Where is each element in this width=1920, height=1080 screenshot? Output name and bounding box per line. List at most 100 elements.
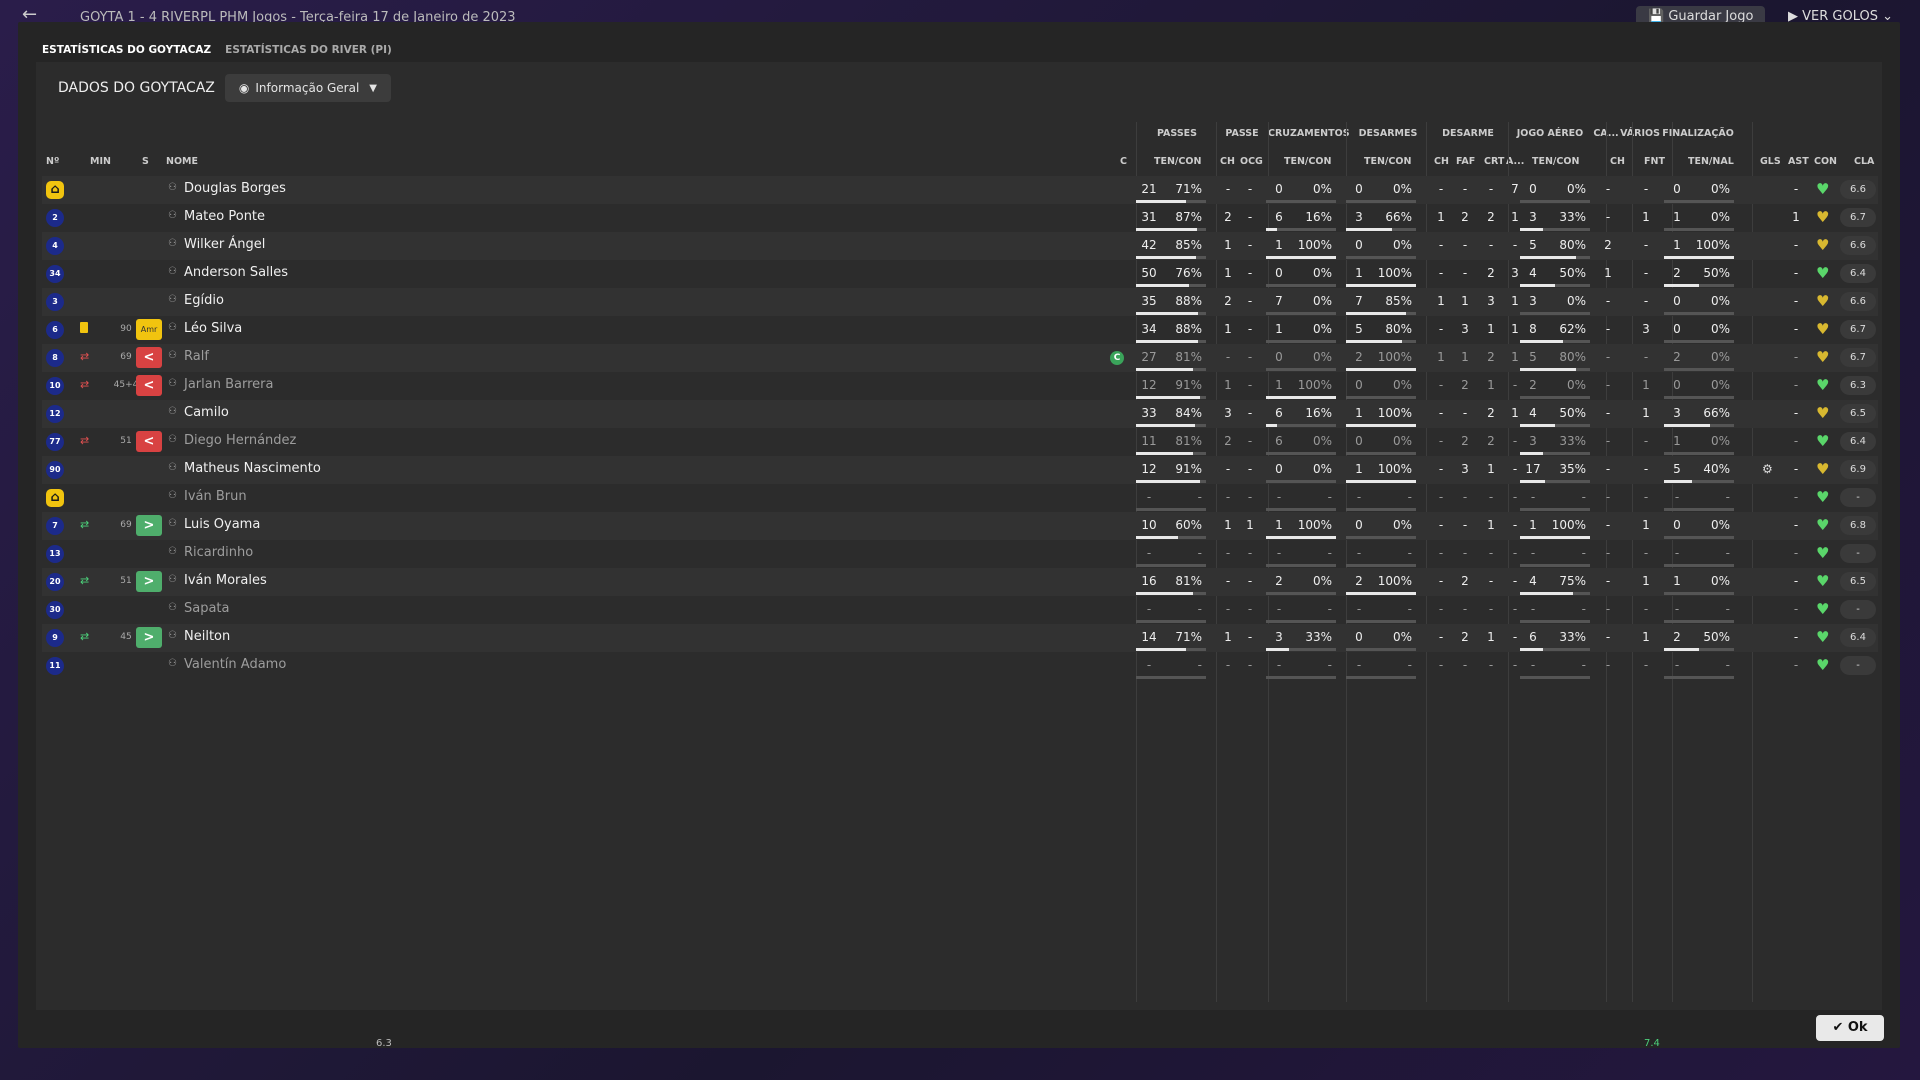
header-c[interactable]: C [1120,156,1127,167]
player-name[interactable]: Matheus Nascimento [184,461,321,476]
table-row[interactable]: 12 ⚇ Camilo 33 84% 3-6 16% 1 100% - -2 1 4 50% -1 3 66% -… [42,400,1878,428]
table-row[interactable]: 2 ⚇ Mateo Ponte 31 87% 2 - 6 16% 3 66% 1 2 2 1 3 33% - 1 1 0… [42,204,1878,232]
header-con[interactable]: CON [1814,156,1837,167]
fnt: 1 [1642,210,1650,224]
des-crt: 1 [1487,630,1495,644]
aerial-bar [1520,564,1590,567]
shirt-number: 3 [46,293,64,311]
passes-pct: 88% [1175,322,1202,336]
header-des-faf[interactable]: FAF [1456,156,1475,167]
player-name[interactable]: Mateo Ponte [184,209,265,224]
des-crt: - [1488,490,1494,504]
finishing-attempts: 1 [1673,210,1681,224]
table-row[interactable]: 7 ⇄ 69 > ⚇ Luis Oyama 10 60% 1 1 1 100% 0 0% - -1-1 100%… [42,512,1878,540]
passes-bar [1136,396,1206,399]
player-name[interactable]: Sapata [184,601,230,616]
player-name[interactable]: Ralf [184,349,209,364]
table-row[interactable]: 6 90 Amr ⚇ Léo Silva 34 88% 1-1 0% 5 80% -3 1 1 8 62% -3… [42,316,1878,344]
pass-ocg: - [1247,406,1253,420]
table-row[interactable]: 4 ⚇ Wilker Ángel 42 85% 1 - 1 100% 0 0% - - - - 5 80% 2 - 1… [42,232,1878,260]
crosses-pct: 0% [1312,574,1332,588]
shirt-number: 20 [46,573,64,591]
finishing-attempts: 0 [1673,182,1681,196]
table-row[interactable]: 10 ⇄ 45+4 < ⚇ Jarlan Barrera 12 91% 1-1 100% 0 0% -2… [42,372,1878,400]
header-cross-tc[interactable]: TEN/CON [1284,156,1331,167]
tackles-pct: 85% [1385,294,1412,308]
header-min[interactable]: MIN [90,156,111,167]
table-row[interactable]: 30 ⚇ Sapata - - - - - - - - - - - - - - - - - - - ♥ - [42,596,1878,624]
player-name[interactable]: Jarlan Barrera [184,377,273,392]
condition-heart-icon: ♥ [1816,376,1830,394]
passes-pct: - [1197,546,1202,560]
header-var-fnt[interactable]: FNT [1644,156,1665,167]
table-row[interactable]: 77 ⇄ 51 < ⚇ Diego Hernández 11 81% 2-6 0% 0 0% -2 2-3… [42,428,1878,456]
player-name[interactable]: Neilton [184,629,230,644]
aerial-attempts: 8 [1529,322,1537,336]
player-name[interactable]: Wilker Ángel [184,237,265,252]
tackles-attempts: 2 [1355,574,1363,588]
table-row[interactable]: 34 ⚇ Anderson Salles 50 76% 1-0 0% 1 100% - -2 3 4 50… [42,260,1878,288]
header-aer-tc[interactable]: TEN/CON [1532,156,1579,167]
passes-pct: 91% [1175,462,1202,476]
des-faf: - [1462,238,1468,252]
shirt-number: 11 [46,657,64,675]
finishing-attempts: - [1674,490,1680,504]
player-name[interactable]: Camilo [184,405,229,420]
des-ch: - [1438,238,1444,252]
header-fin-tn[interactable]: TEN/NAL [1688,156,1734,167]
table-row[interactable]: 8 ⇄ 69 < ⚇ Ralf C 27 81% - -0 0% 2 100% 1 1 2 1 5 80% - -2 0% -… [42,344,1878,372]
column-group-1: PASSE [1225,128,1259,139]
view-select[interactable]: ◉ Informação Geral ▼ [224,74,391,102]
rating-badge: - [1840,600,1876,619]
passes-attempts: - [1146,490,1152,504]
header-pass-ocg[interactable]: OCG [1240,156,1263,167]
assists: - [1793,490,1799,504]
player-name[interactable]: Iván Morales [184,573,267,588]
table-row[interactable]: ⌂ ⚇ Douglas Borges 21 71% - -0 0% 0 0% - - -7 0 0% - -0 0… [42,176,1878,204]
tab-goytacaz[interactable]: ESTATÍSTICAS DO GOYTACAZ [42,44,211,56]
des-ch: - [1438,518,1444,532]
header-ast[interactable]: AST [1788,156,1809,167]
header-pass-ch[interactable]: CH [1220,156,1235,167]
pass-ch: 1 [1224,266,1232,280]
player-name[interactable]: Iván Brun [184,489,247,504]
table-row[interactable]: 9 ⇄ 45 > ⚇ Neilton 14 71% 1-3 33% 0 0% -2 1-6 33% -1 2 50… [42,624,1878,652]
aerial-pct: - [1581,546,1586,560]
header-tack-tc[interactable]: TEN/CON [1364,156,1411,167]
table-row[interactable]: 20 ⇄ 51 > ⚇ Iván Morales 16 81% - -2 0% 2 100% -2- -4 7… [42,568,1878,596]
ok-button[interactable]: ✔ Ok [1816,1015,1884,1041]
player-name[interactable]: Ricardinho [184,545,253,560]
rating-badge: 6.4 [1840,628,1876,647]
header-des-ch[interactable]: CH [1434,156,1449,167]
sub-out-icon: ⇄ [80,378,90,391]
person-icon: ⚇ [168,294,177,305]
player-name[interactable]: Douglas Borges [184,181,286,196]
sub-in-icon: ⇄ [80,630,90,643]
header-des-crt[interactable]: CRT [1484,156,1504,167]
player-name[interactable]: Diego Hernández [184,433,296,448]
des-faf: 2 [1461,210,1469,224]
table-row[interactable]: ⌂ ⚇ Iván Brun - - - - - - - - - - - - - - - - - - - ♥ - [42,484,1878,512]
table-row[interactable]: 90 ⚇ Matheus Nascimento 12 91% - - 0 0% 1 100% - 3 1 -… [42,456,1878,484]
tab-river[interactable]: ESTATÍSTICAS DO RIVER (PI) [225,44,392,56]
player-name[interactable]: Léo Silva [184,321,242,336]
player-name[interactable]: Luis Oyama [184,517,260,532]
header-ca-ch[interactable]: CH [1610,156,1625,167]
table-row[interactable]: 11 ⚇ Valentín Adamo - - - - - - - - - - - - - - - - - - - ♥ - [42,652,1878,680]
header-gls[interactable]: GLS [1760,156,1781,167]
table-row[interactable]: 3 ⚇ Egídio 35 88% 2-7 0% 7 85% 1 1 3 1 3 0% - -0 0% - ♥ 6.6 [42,288,1878,316]
player-name[interactable]: Egídio [184,293,224,308]
header-num[interactable]: Nº [46,156,59,167]
des-ch: - [1438,378,1444,392]
header-cla[interactable]: CLA [1854,156,1874,167]
finishing-bar [1664,508,1734,511]
header-s[interactable]: S [142,156,149,167]
header-name[interactable]: NOME [166,156,198,167]
fnt: - [1643,462,1649,476]
header-pass-tc[interactable]: TEN/CON [1154,156,1201,167]
des-faf: 3 [1461,462,1469,476]
player-name[interactable]: Anderson Salles [184,265,288,280]
table-row[interactable]: 13 ⚇ Ricardinho - - - - - - - - - - - - - - - - - - - ♥ - [42,540,1878,568]
player-name[interactable]: Valentín Adamo [184,657,286,672]
column-group-2: CRUZAMENTOS [1268,128,1350,139]
